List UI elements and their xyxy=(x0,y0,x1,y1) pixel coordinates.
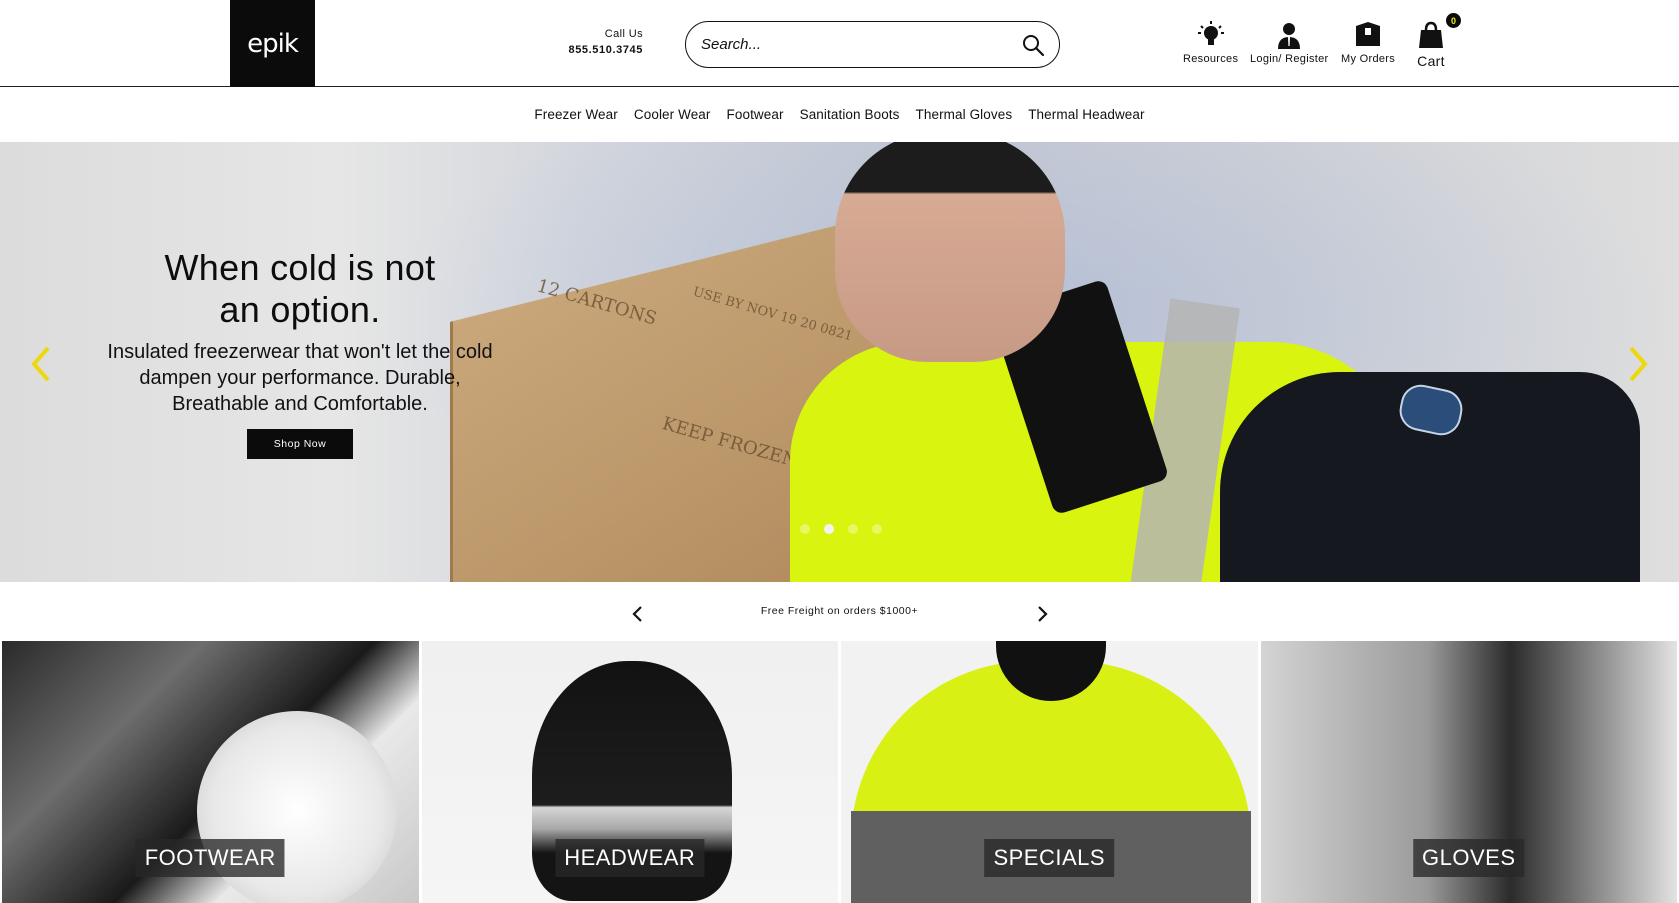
user-icon xyxy=(1250,20,1329,50)
carousel-dot[interactable] xyxy=(848,524,858,534)
call-us: Call Us 855.510.3745 xyxy=(560,28,643,56)
cart-count-badge: 0 xyxy=(1446,13,1461,28)
promo-prev-button[interactable] xyxy=(626,602,650,626)
phone-number[interactable]: 855.510.3745 xyxy=(560,44,643,56)
carousel-dot[interactable] xyxy=(800,524,810,534)
shopping-bag-icon xyxy=(1416,20,1446,50)
nav-freezer-wear[interactable]: Freezer Wear xyxy=(534,107,617,122)
hero-title: When cold is not an option. xyxy=(100,247,500,331)
chevron-right-icon xyxy=(1037,606,1048,622)
cart-link[interactable]: 0 Cart xyxy=(1416,13,1461,69)
search-button[interactable] xyxy=(1019,31,1047,59)
nav-thermal-headwear[interactable]: Thermal Headwear xyxy=(1028,107,1144,122)
package-icon xyxy=(1341,20,1395,50)
carousel-prev-button[interactable] xyxy=(26,342,56,386)
login-register-label: Login/ Register xyxy=(1250,53,1329,65)
promo-next-button[interactable] xyxy=(1030,602,1054,626)
cart-label: Cart xyxy=(1417,53,1445,69)
chevron-right-icon xyxy=(1629,346,1648,382)
resources-link[interactable]: Resources xyxy=(1183,20,1238,65)
category-label-headwear: HEADWEAR xyxy=(555,839,705,877)
my-orders-label: My Orders xyxy=(1341,53,1396,65)
category-label-footwear: FOOTWEAR xyxy=(135,839,285,877)
category-tile-gloves[interactable]: GLOVES xyxy=(1260,641,1677,903)
carousel-dots xyxy=(800,524,882,534)
nav-cooler-wear[interactable]: Cooler Wear xyxy=(634,107,711,122)
worker-head-image xyxy=(835,142,1065,362)
hero-copy: When cold is not an option. Insulated fr… xyxy=(100,247,500,459)
nav-footwear[interactable]: Footwear xyxy=(727,107,784,122)
hero-subtitle: Insulated freezerwear that won't let the… xyxy=(107,341,493,415)
hero-title-line1: When cold is not xyxy=(164,247,436,288)
promo-bar: Free Freight on orders $1000+ xyxy=(0,583,1679,639)
resources-label: Resources xyxy=(1183,53,1239,65)
logo[interactable]: epik xyxy=(230,0,315,87)
category-tiles: FOOTWEAR HEADWEAR SPECIALS GLOVES xyxy=(0,641,1679,903)
login-register-link[interactable]: Login/ Register xyxy=(1250,20,1329,65)
carousel-next-button[interactable] xyxy=(1623,342,1653,386)
shop-now-button[interactable]: Shop Now xyxy=(247,429,353,459)
hero-title-line2: an option. xyxy=(219,289,381,330)
category-label-gloves: GLOVES xyxy=(1413,839,1525,877)
nav-thermal-gloves[interactable]: Thermal Gloves xyxy=(916,107,1013,122)
main-nav: Freezer Wear Cooler Wear Footwear Sanita… xyxy=(0,88,1679,141)
chevron-left-icon xyxy=(631,606,642,622)
promo-text: Free Freight on orders $1000+ xyxy=(760,605,919,617)
carousel-dot-active[interactable] xyxy=(824,524,834,534)
nav-sanitation-boots[interactable]: Sanitation Boots xyxy=(800,107,900,122)
category-label-specials: SPECIALS xyxy=(984,839,1115,877)
site-header: epik Call Us 855.510.3745 Resourc xyxy=(0,0,1679,87)
carousel-dot[interactable] xyxy=(872,524,882,534)
category-tile-specials[interactable]: SPECIALS xyxy=(841,641,1258,903)
search-icon xyxy=(1023,34,1045,56)
lightbulb-icon xyxy=(1183,20,1238,50)
search-bar xyxy=(685,21,1060,68)
logo-text: epik xyxy=(247,28,299,59)
category-tile-footwear[interactable]: FOOTWEAR xyxy=(2,641,419,903)
my-orders-link[interactable]: My Orders xyxy=(1341,20,1395,65)
call-us-label: Call Us xyxy=(604,28,643,40)
chevron-left-icon xyxy=(31,346,50,382)
category-tile-headwear[interactable]: HEADWEAR xyxy=(421,641,838,903)
hero-carousel: 12 CARTONS USE BY NOV 19 20 0821 KEEP FR… xyxy=(0,142,1679,582)
search-input[interactable] xyxy=(701,36,1019,53)
